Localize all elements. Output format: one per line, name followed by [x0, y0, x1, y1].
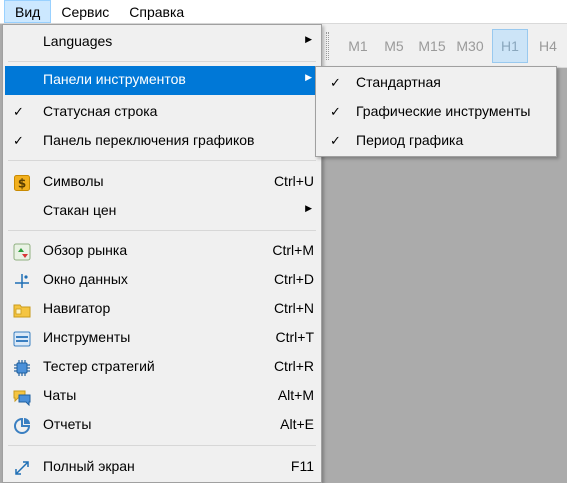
timeframe-m5[interactable]: M5 — [376, 29, 412, 63]
menu-view[interactable]: Вид — [4, 0, 52, 23]
checkmark-icon: ✓ — [330, 133, 341, 148]
checkmark-icon: ✓ — [330, 104, 341, 119]
menu-item-toolbars[interactable]: Панели инструментов ▶ — [5, 66, 319, 95]
shortcut-label: Ctrl+M — [272, 242, 314, 258]
menu-item-label: Чаты — [43, 387, 77, 403]
menu-item-languages[interactable]: Languages ▶ — [5, 28, 319, 57]
submenu-item-label: Графические инструменты — [356, 103, 531, 119]
folder-icon — [13, 301, 31, 319]
toolbox-icon — [13, 330, 31, 348]
menu-item-navigator[interactable]: Навигатор Ctrl+N — [5, 295, 319, 324]
timeframe-m15[interactable]: M15 — [414, 29, 450, 63]
toolbar-grip[interactable] — [326, 32, 329, 60]
checkmark-icon: ✓ — [13, 104, 24, 119]
menu-item-label: Панели инструментов — [43, 71, 186, 87]
shortcut-label: Ctrl+R — [273, 358, 314, 374]
menu-item-market-watch[interactable]: Обзор рынка Ctrl+M — [5, 237, 319, 266]
menu-separator — [8, 230, 316, 231]
shortcut-label: F11 — [290, 458, 314, 474]
shortcut-label: Alt+M — [277, 387, 314, 403]
menubar: Вид Сервис Справка — [0, 0, 567, 24]
submenu-arrow-icon: ▶ — [305, 203, 312, 213]
menu-item-label: Отчеты — [43, 416, 92, 432]
menu-item-label: Панель переключения графиков — [43, 132, 255, 148]
menu-service[interactable]: Сервис — [51, 0, 119, 23]
chat-icon — [13, 388, 31, 407]
shortcut-label: Ctrl+U — [273, 173, 314, 189]
menu-item-label: Тестер стратегий — [43, 358, 155, 374]
timeframe-h4[interactable]: H4 — [530, 29, 566, 63]
view-menu: Languages ▶ Панели инструментов ▶ ✓ Стат… — [2, 24, 322, 483]
timeframe-m30[interactable]: M30 — [452, 29, 488, 63]
menu-separator — [8, 61, 316, 62]
shortcut-label: Ctrl+D — [273, 271, 314, 287]
toolbars-submenu: ✓ Стандартная ✓ Графические инструменты … — [315, 66, 557, 157]
checkmark-icon: ✓ — [330, 75, 341, 90]
checkmark-icon: ✓ — [13, 133, 24, 148]
menu-item-data-window[interactable]: Окно данных Ctrl+D — [5, 266, 319, 295]
dollar-icon: $ — [13, 174, 31, 192]
crosshair-icon — [13, 272, 31, 290]
submenu-item-drawing-tools[interactable]: ✓ Графические инструменты — [318, 98, 554, 127]
menu-item-fullscreen[interactable]: Полный экран F11 — [5, 453, 319, 482]
menu-item-label: Инструменты — [43, 329, 131, 345]
menu-item-label: Languages — [43, 33, 113, 49]
menu-item-chart-tabs[interactable]: ✓ Панель переключения графиков — [5, 127, 319, 156]
chip-icon — [13, 359, 31, 377]
shortcut-label: Alt+E — [280, 416, 314, 432]
menu-item-label: Стакан цен — [43, 202, 117, 218]
menu-separator — [8, 160, 316, 161]
menu-item-label: Навигатор — [43, 300, 111, 316]
timeframe-h1[interactable]: H1 — [492, 29, 528, 63]
menu-item-depth-of-market[interactable]: Стакан цен ▶ — [5, 197, 319, 226]
menu-item-symbols[interactable]: $ Символы Ctrl+U — [5, 168, 319, 197]
submenu-arrow-icon: ▶ — [305, 34, 312, 44]
menu-item-status-bar[interactable]: ✓ Статусная строка — [5, 98, 319, 127]
menu-item-label: Обзор рынка — [43, 242, 128, 258]
timeframe-m1[interactable]: M1 — [340, 29, 376, 63]
submenu-item-label: Период графика — [356, 132, 464, 148]
menu-item-reports[interactable]: Отчеты Alt+E — [5, 411, 319, 440]
submenu-item-standard[interactable]: ✓ Стандартная — [318, 69, 554, 98]
reports-icon — [13, 417, 31, 435]
submenu-arrow-icon: ▶ — [305, 72, 312, 82]
menu-item-label: Окно данных — [43, 271, 128, 287]
submenu-item-label: Стандартная — [356, 74, 441, 90]
menu-separator — [8, 445, 316, 446]
svg-text:$: $ — [18, 177, 26, 191]
menu-item-chats[interactable]: Чаты Alt+M — [5, 382, 319, 411]
shortcut-label: Ctrl+N — [273, 300, 314, 316]
menu-item-label: Полный экран — [43, 458, 135, 474]
menu-item-label: Символы — [43, 173, 104, 189]
menu-item-strategy-tester[interactable]: Тестер стратегий Ctrl+R — [5, 353, 319, 382]
menu-help[interactable]: Справка — [119, 0, 194, 23]
menu-item-label: Статусная строка — [43, 103, 158, 119]
submenu-item-timeframes[interactable]: ✓ Период графика — [318, 127, 554, 156]
menu-item-toolbox[interactable]: Инструменты Ctrl+T — [5, 324, 319, 353]
shortcut-label: Ctrl+T — [275, 329, 315, 345]
fullscreen-icon — [13, 459, 31, 477]
timeframes-toolbar: M1 M5 M15 M30 H1 H4 — [318, 24, 567, 68]
market-watch-icon — [13, 243, 31, 261]
